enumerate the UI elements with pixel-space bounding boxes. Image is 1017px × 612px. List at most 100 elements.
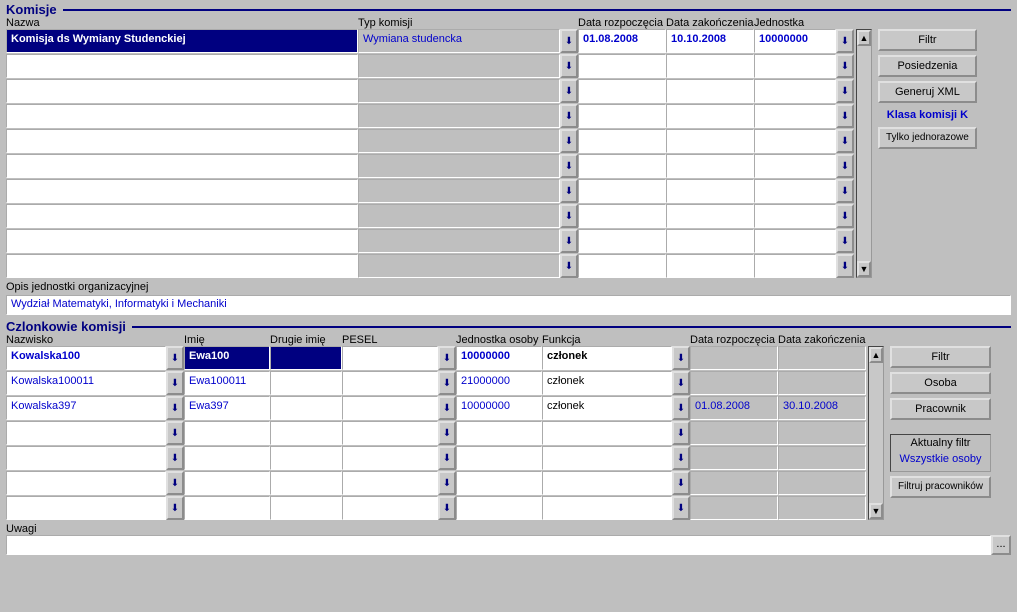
scrollbar[interactable]: ▲ ▼ xyxy=(868,346,884,520)
scroll-up-icon[interactable]: ▲ xyxy=(857,30,871,46)
cell-end[interactable] xyxy=(666,254,754,278)
cell-pesel[interactable] xyxy=(342,371,438,395)
cell-start[interactable] xyxy=(578,179,666,203)
cell-start[interactable] xyxy=(578,229,666,253)
cell-nazwa[interactable] xyxy=(6,154,358,178)
cell-end2[interactable] xyxy=(778,371,866,395)
cell-end2[interactable] xyxy=(778,471,866,495)
cell-jedn[interactable] xyxy=(754,229,836,253)
filtr-button-2[interactable]: Filtr xyxy=(890,346,991,368)
cell-start[interactable] xyxy=(578,204,666,228)
cell-start[interactable] xyxy=(578,79,666,103)
cell-nazwisko[interactable] xyxy=(6,421,166,445)
generuj-xml-button[interactable]: Generuj XML xyxy=(878,81,977,103)
cell-jedn[interactable] xyxy=(754,154,836,178)
cell-funkcja[interactable] xyxy=(542,446,672,470)
cell-end2[interactable] xyxy=(778,421,866,445)
cell-end2[interactable] xyxy=(778,496,866,520)
cell-end[interactable] xyxy=(666,179,754,203)
cell-jedn-osoby[interactable]: 21000000 xyxy=(456,371,542,395)
osoba-button[interactable]: Osoba xyxy=(890,372,991,394)
cell-typ[interactable] xyxy=(358,154,560,178)
cell-end2[interactable]: 30.10.2008 xyxy=(778,396,866,420)
cell-typ[interactable] xyxy=(358,79,560,103)
dropdown-icon[interactable]: ⬇ xyxy=(560,129,578,153)
uwagi-input[interactable] xyxy=(6,535,991,555)
dropdown-icon[interactable]: ⬇ xyxy=(560,79,578,103)
cell-funkcja[interactable]: członek xyxy=(542,346,672,370)
cell-pesel[interactable] xyxy=(342,396,438,420)
cell-nazwa[interactable] xyxy=(6,179,358,203)
dropdown-icon[interactable]: ⬇ xyxy=(836,179,854,203)
cell-start[interactable] xyxy=(578,154,666,178)
cell-jedn[interactable] xyxy=(754,254,836,278)
cell-nazwa[interactable] xyxy=(6,204,358,228)
cell-typ[interactable] xyxy=(358,204,560,228)
cell-start2[interactable] xyxy=(690,346,778,370)
cell-typ[interactable] xyxy=(358,179,560,203)
dropdown-icon[interactable]: ⬇ xyxy=(836,229,854,253)
cell-funkcja[interactable]: członek xyxy=(542,371,672,395)
dropdown-icon[interactable]: ⬇ xyxy=(438,396,456,420)
cell-imie[interactable] xyxy=(184,471,270,495)
opis-value[interactable]: Wydział Matematyki, Informatyki i Mechan… xyxy=(6,295,1011,315)
dropdown-icon[interactable]: ⬇ xyxy=(672,471,690,495)
cell-nazwisko[interactable]: Kowalska100011 xyxy=(6,371,166,395)
cell-nazwa[interactable] xyxy=(6,79,358,103)
dropdown-icon[interactable]: ⬇ xyxy=(672,421,690,445)
cell-nazwa[interactable] xyxy=(6,129,358,153)
cell-typ[interactable]: Wymiana studencka xyxy=(358,29,560,53)
cell-start2[interactable] xyxy=(690,471,778,495)
tylko-jednorazowe-button[interactable]: Tylko jednorazowe xyxy=(878,127,977,149)
cell-funkcja[interactable] xyxy=(542,471,672,495)
dropdown-icon[interactable]: ⬇ xyxy=(560,254,578,278)
cell-typ[interactable] xyxy=(358,254,560,278)
dropdown-icon[interactable]: ⬇ xyxy=(672,371,690,395)
cell-imie[interactable]: Ewa100011 xyxy=(184,371,270,395)
cell-jedn-osoby[interactable]: 10000000 xyxy=(456,396,542,420)
cell-funkcja[interactable]: członek xyxy=(542,396,672,420)
dropdown-icon[interactable]: ⬇ xyxy=(166,471,184,495)
cell-imie[interactable]: Ewa100 xyxy=(184,346,270,370)
cell-nazwisko[interactable]: Kowalska100 xyxy=(6,346,166,370)
dropdown-icon[interactable]: ⬇ xyxy=(560,204,578,228)
scrollbar[interactable]: ▲ ▼ xyxy=(856,29,872,278)
cell-nazwa[interactable] xyxy=(6,54,358,78)
cell-pesel[interactable] xyxy=(342,446,438,470)
dropdown-icon[interactable]: ⬇ xyxy=(560,54,578,78)
cell-imie[interactable]: Ewa397 xyxy=(184,396,270,420)
dropdown-icon[interactable]: ⬇ xyxy=(560,154,578,178)
dropdown-icon[interactable]: ⬇ xyxy=(438,471,456,495)
cell-funkcja[interactable] xyxy=(542,421,672,445)
dropdown-icon[interactable]: ⬇ xyxy=(166,446,184,470)
cell-nazwa[interactable]: Komisja ds Wymiany Studenckiej xyxy=(6,29,358,53)
cell-imie[interactable] xyxy=(184,421,270,445)
cell-jedn[interactable] xyxy=(754,54,836,78)
cell-nazwa[interactable] xyxy=(6,254,358,278)
dropdown-icon[interactable]: ⬇ xyxy=(166,396,184,420)
filtr-button[interactable]: Filtr xyxy=(878,29,977,51)
cell-start[interactable] xyxy=(578,254,666,278)
cell-jedn[interactable]: 10000000 xyxy=(754,29,836,53)
cell-jedn-osoby[interactable]: 10000000 xyxy=(456,346,542,370)
cell-start2[interactable] xyxy=(690,371,778,395)
cell-nazwisko[interactable]: Kowalska397 xyxy=(6,396,166,420)
cell-end[interactable] xyxy=(666,54,754,78)
cell-start[interactable] xyxy=(578,54,666,78)
dropdown-icon[interactable]: ⬇ xyxy=(836,79,854,103)
dropdown-icon[interactable]: ⬇ xyxy=(560,104,578,128)
dropdown-icon[interactable]: ⬇ xyxy=(560,179,578,203)
cell-nazwisko[interactable] xyxy=(6,496,166,520)
cell-drugie[interactable] xyxy=(270,471,342,495)
cell-end2[interactable] xyxy=(778,446,866,470)
cell-end[interactable] xyxy=(666,79,754,103)
cell-nazwisko[interactable] xyxy=(6,446,166,470)
cell-funkcja[interactable] xyxy=(542,496,672,520)
cell-jedn-osoby[interactable] xyxy=(456,471,542,495)
cell-end[interactable] xyxy=(666,229,754,253)
dropdown-icon[interactable]: ⬇ xyxy=(166,346,184,370)
dropdown-icon[interactable]: ⬇ xyxy=(836,54,854,78)
dropdown-icon[interactable]: ⬇ xyxy=(438,496,456,520)
pracownik-button[interactable]: Pracownik xyxy=(890,398,991,420)
cell-start[interactable]: 01.08.2008 xyxy=(578,29,666,53)
